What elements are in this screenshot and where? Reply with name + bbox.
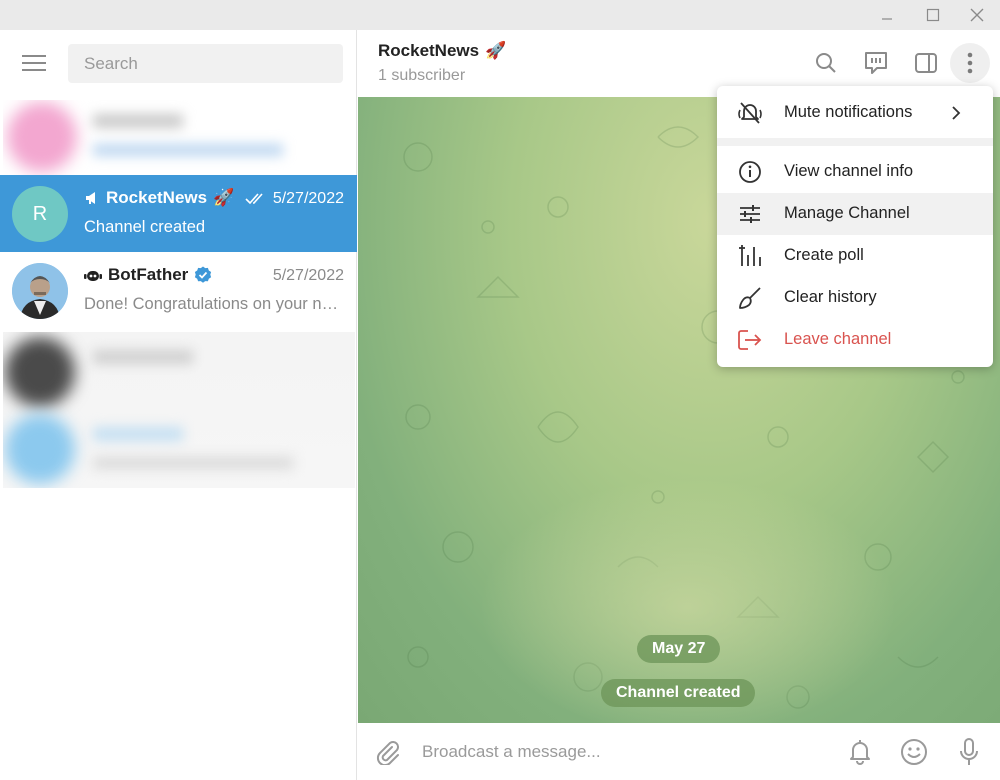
menu-item-view-channel-info[interactable]: View channel info xyxy=(717,151,993,193)
chat-name-row: BotFather xyxy=(84,265,212,285)
leave-icon xyxy=(737,328,763,352)
sliders-icon xyxy=(737,202,763,226)
avatar xyxy=(12,263,68,319)
chat-name: RocketNews xyxy=(106,188,208,207)
botfather-avatar-icon xyxy=(12,263,68,319)
blurred-name xyxy=(93,427,183,441)
main-menu-button[interactable] xyxy=(18,51,50,75)
menu-item-label: Create poll xyxy=(784,246,864,264)
avatar xyxy=(5,337,75,407)
blurred-preview xyxy=(93,457,293,469)
microphone-icon xyxy=(960,738,978,765)
chat-date-row: 5/27/2022 xyxy=(245,190,344,208)
kebab-menu-icon xyxy=(967,52,973,74)
poll-icon xyxy=(737,244,763,268)
chat-date: 5/27/2022 xyxy=(272,190,344,207)
megaphone-icon xyxy=(86,192,95,204)
channel-title-row: RocketNews 🚀 xyxy=(378,41,506,61)
menu-separator xyxy=(717,138,993,146)
voice-record-button[interactable] xyxy=(952,735,986,769)
chat-preview: Channel created xyxy=(84,218,206,236)
silent-broadcast-button[interactable] xyxy=(843,735,877,769)
chat-preview: Done! Congratulations on your new bot. Y… xyxy=(84,295,346,313)
subscriber-count: 1 subscriber xyxy=(378,67,466,84)
rocket-emoji: 🚀 xyxy=(213,188,235,207)
maximize-icon xyxy=(926,8,940,22)
menu-item-mute-notifications[interactable]: Mute notifications xyxy=(717,92,993,134)
blurred-preview xyxy=(93,144,283,156)
minimize-icon xyxy=(882,18,892,20)
broom-icon xyxy=(737,286,763,310)
chat-date-row: 5/27/2022 xyxy=(273,267,344,285)
avatar xyxy=(7,102,77,172)
paperclip-icon xyxy=(376,741,399,765)
chevron-right-icon xyxy=(952,106,961,120)
rocket-emoji: 🚀 xyxy=(485,41,507,60)
search-button[interactable] xyxy=(806,43,846,83)
menu-item-manage-channel[interactable]: Manage Channel xyxy=(717,193,993,235)
chat-list-sidebar: R RocketNews 🚀 5/27/2022 Channel created xyxy=(0,30,357,780)
close-icon xyxy=(970,8,984,22)
service-message: Channel created xyxy=(601,679,756,707)
attach-button[interactable] xyxy=(370,735,404,769)
menu-item-clear-history[interactable]: Clear history xyxy=(717,277,993,319)
discussion-icon xyxy=(865,52,887,74)
menu-item-label: Manage Channel xyxy=(784,204,910,222)
bell-icon xyxy=(850,740,870,765)
sidebar-toggle-button[interactable] xyxy=(906,43,946,83)
mute-bell-icon xyxy=(737,101,763,125)
menu-item-label: Mute notifications xyxy=(784,103,913,121)
search-icon xyxy=(816,53,836,73)
chat-date: 5/27/2022 xyxy=(272,267,344,284)
chat-name: BotFather xyxy=(108,265,189,284)
message-composer xyxy=(358,723,1000,780)
chat-name-row: RocketNews 🚀 xyxy=(84,188,234,208)
channel-title: RocketNews xyxy=(378,41,480,60)
chat-item-botfather[interactable]: BotFather 5/27/2022 Done! Congratulation… xyxy=(0,252,357,329)
window-titlebar xyxy=(0,0,1000,30)
menu-item-label: View channel info xyxy=(784,162,914,180)
bot-icon xyxy=(84,271,102,281)
list-item-blurred[interactable] xyxy=(3,332,355,488)
blurred-name xyxy=(93,350,193,364)
menu-item-label: Leave channel xyxy=(784,330,892,348)
search-input[interactable] xyxy=(68,44,343,83)
menu-item-leave-channel[interactable]: Leave channel xyxy=(717,319,993,361)
message-input[interactable] xyxy=(422,739,822,765)
blurred-name xyxy=(93,114,183,128)
avatar xyxy=(5,414,75,484)
sidebar-panel-icon xyxy=(915,53,937,73)
close-window-button[interactable] xyxy=(954,0,1000,30)
minimize-button[interactable] xyxy=(864,0,910,30)
avatar: R xyxy=(12,186,68,242)
menu-item-create-poll[interactable]: Create poll xyxy=(717,235,993,277)
emoji-button[interactable] xyxy=(897,735,931,769)
list-item-blurred[interactable] xyxy=(3,100,355,175)
smiley-icon xyxy=(901,739,927,765)
double-check-icon xyxy=(245,193,263,205)
channel-options-menu: Mute notifications View channel info Man… xyxy=(717,86,993,367)
chat-item-rocketnews[interactable]: R RocketNews 🚀 5/27/2022 Channel created xyxy=(0,175,357,252)
info-icon xyxy=(737,160,763,184)
discussion-button[interactable] xyxy=(856,43,896,83)
date-divider: May 27 xyxy=(637,635,721,663)
maximize-button[interactable] xyxy=(910,0,956,30)
hamburger-icon xyxy=(22,55,46,71)
menu-item-label: Clear history xyxy=(784,288,877,306)
more-options-button[interactable] xyxy=(950,43,990,83)
verified-badge-icon xyxy=(195,266,212,283)
